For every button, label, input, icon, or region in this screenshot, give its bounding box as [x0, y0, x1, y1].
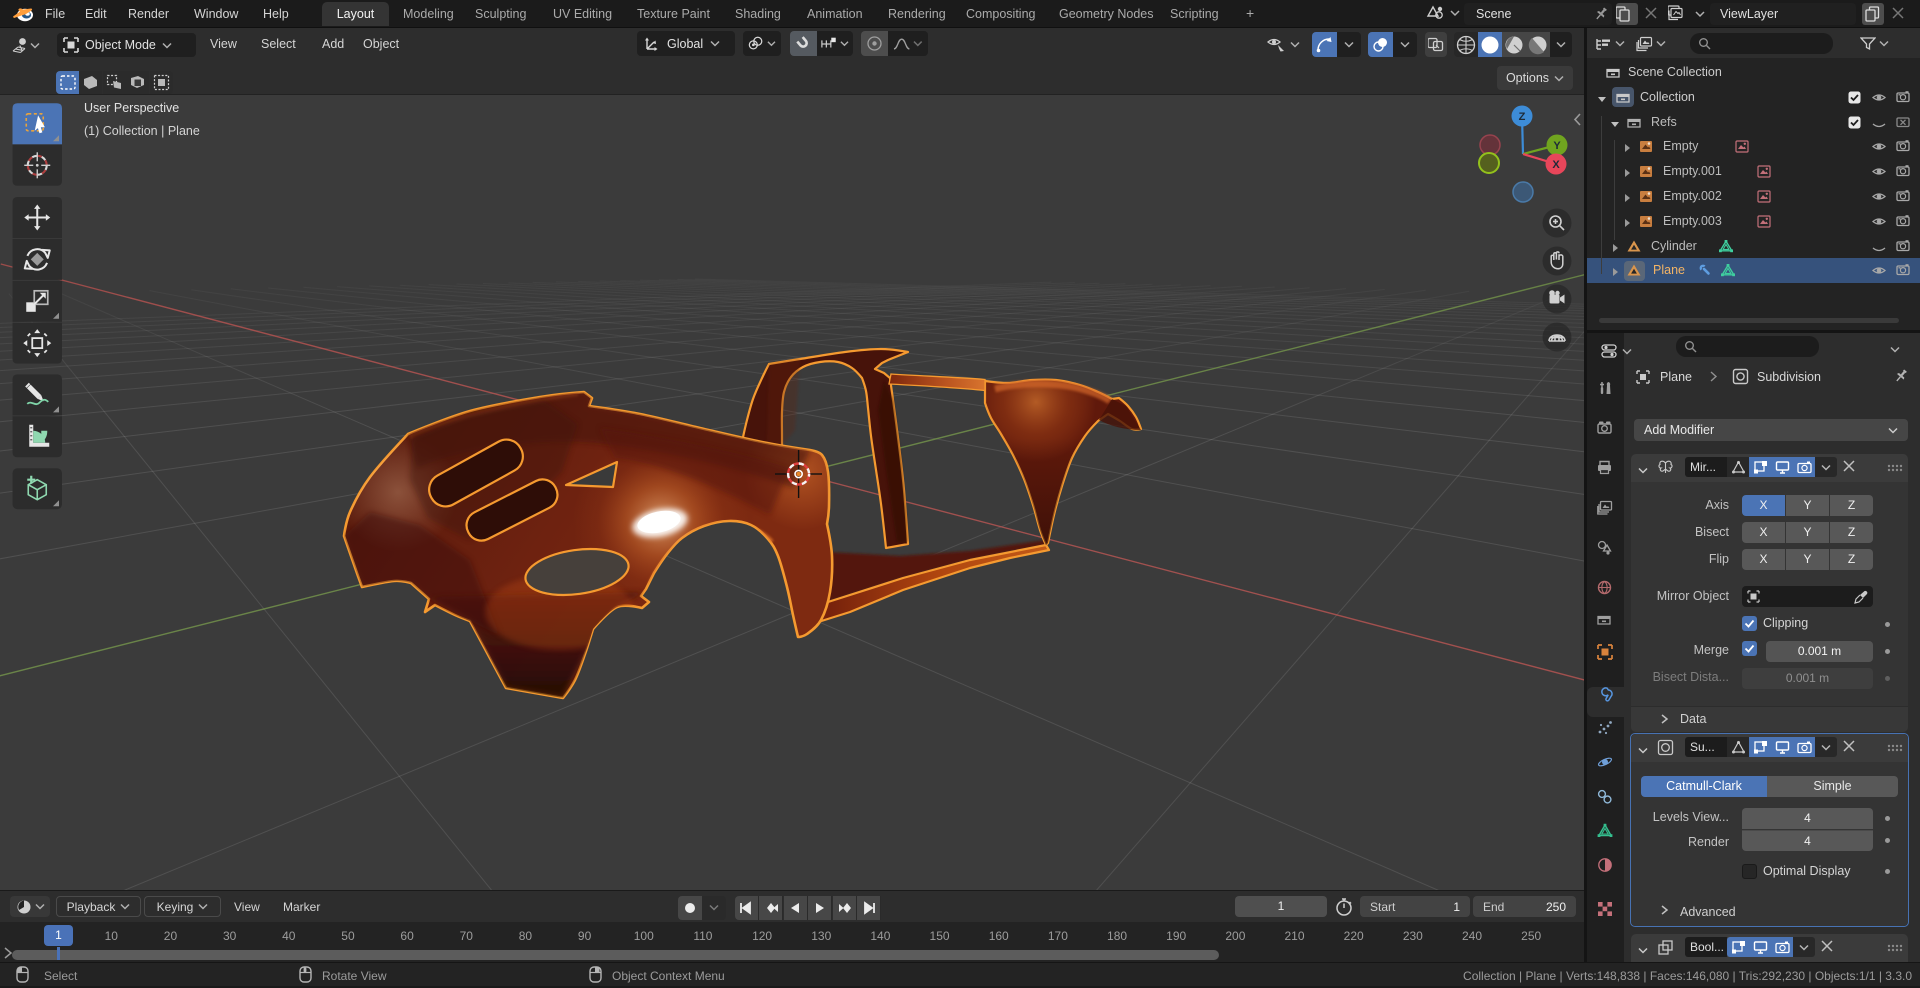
svg-text:X: X	[1552, 159, 1560, 171]
svg-text:Y: Y	[1553, 140, 1561, 152]
svg-text:User Perspective: User Perspective	[84, 101, 179, 115]
svg-text:(1) Collection | Plane: (1) Collection | Plane	[84, 124, 200, 138]
svg-text:Z: Z	[1519, 111, 1526, 123]
